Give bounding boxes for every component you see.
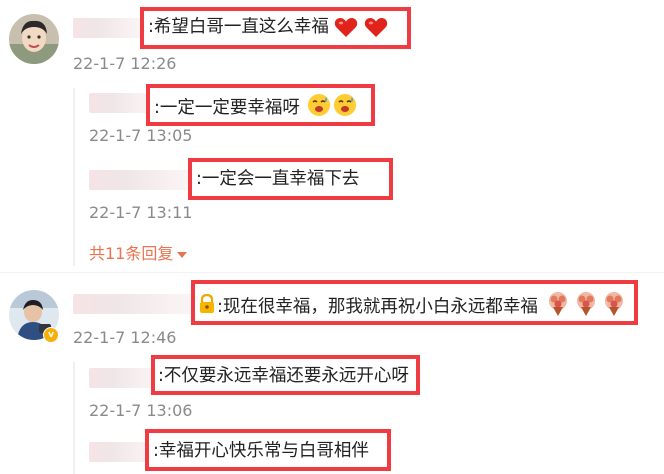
comment-divider — [0, 272, 664, 273]
username-blurred[interactable] — [73, 18, 145, 38]
reply-text-content: :幸福开心快乐常与白哥相伴 — [153, 441, 369, 461]
username-blurred[interactable] — [73, 294, 197, 314]
heart-emoji-icon — [364, 16, 388, 38]
reply-text-content: :一定会一直幸福下去 — [196, 169, 360, 189]
reply-timestamp: 22-1-7 13:11 — [89, 203, 193, 222]
username-blurred[interactable] — [89, 368, 159, 388]
bouquet-emoji-icon — [545, 291, 571, 323]
comment-text-content: :现在很幸福，那我就再祝小白永远都幸福 — [217, 297, 538, 317]
reply-timestamp: 22-1-7 13:06 — [89, 401, 193, 420]
more-replies-link[interactable]: 共11条回复 — [89, 244, 188, 263]
reply-text-content: :不仅要永远幸福还要永远开心呀 — [158, 366, 409, 386]
reply-text: :一定会一直幸福下去 — [196, 168, 359, 190]
comment-text: :现在很幸福，那我就再祝小白永远都幸福 — [198, 291, 627, 323]
comment-text-content: :希望白哥一直这么幸福 — [148, 17, 329, 37]
reply-text-content: :一定一定要幸福呀 — [154, 98, 300, 118]
sweat-smile-emoji-icon — [333, 93, 357, 123]
bouquet-emoji-icon — [573, 291, 599, 323]
comment-timestamp: 22-1-7 12:26 — [73, 54, 177, 73]
heart-emoji-icon — [334, 16, 358, 38]
comment-text: :希望白哥一直这么幸福 — [148, 16, 388, 38]
reply-thread-line — [73, 362, 75, 474]
reply-text: :一定一定要幸福呀 — [154, 93, 357, 123]
lock-emoji-icon — [198, 293, 216, 320]
sweat-smile-emoji-icon — [307, 93, 331, 123]
reply-text: :不仅要永远幸福还要永远开心呀 — [158, 365, 409, 387]
caret-down-icon — [177, 251, 188, 258]
comment-timestamp: 22-1-7 12:46 — [73, 328, 177, 347]
bouquet-emoji-icon — [601, 291, 627, 323]
avatar[interactable] — [9, 14, 59, 64]
reply-text: :幸福开心快乐常与白哥相伴 — [153, 440, 369, 462]
username-blurred[interactable] — [89, 170, 193, 190]
verified-badge-icon: v — [43, 327, 59, 343]
reply-thread-line — [73, 88, 75, 266]
more-replies-label: 共11条回复 — [89, 244, 174, 263]
reply-timestamp: 22-1-7 13:05 — [89, 126, 193, 145]
